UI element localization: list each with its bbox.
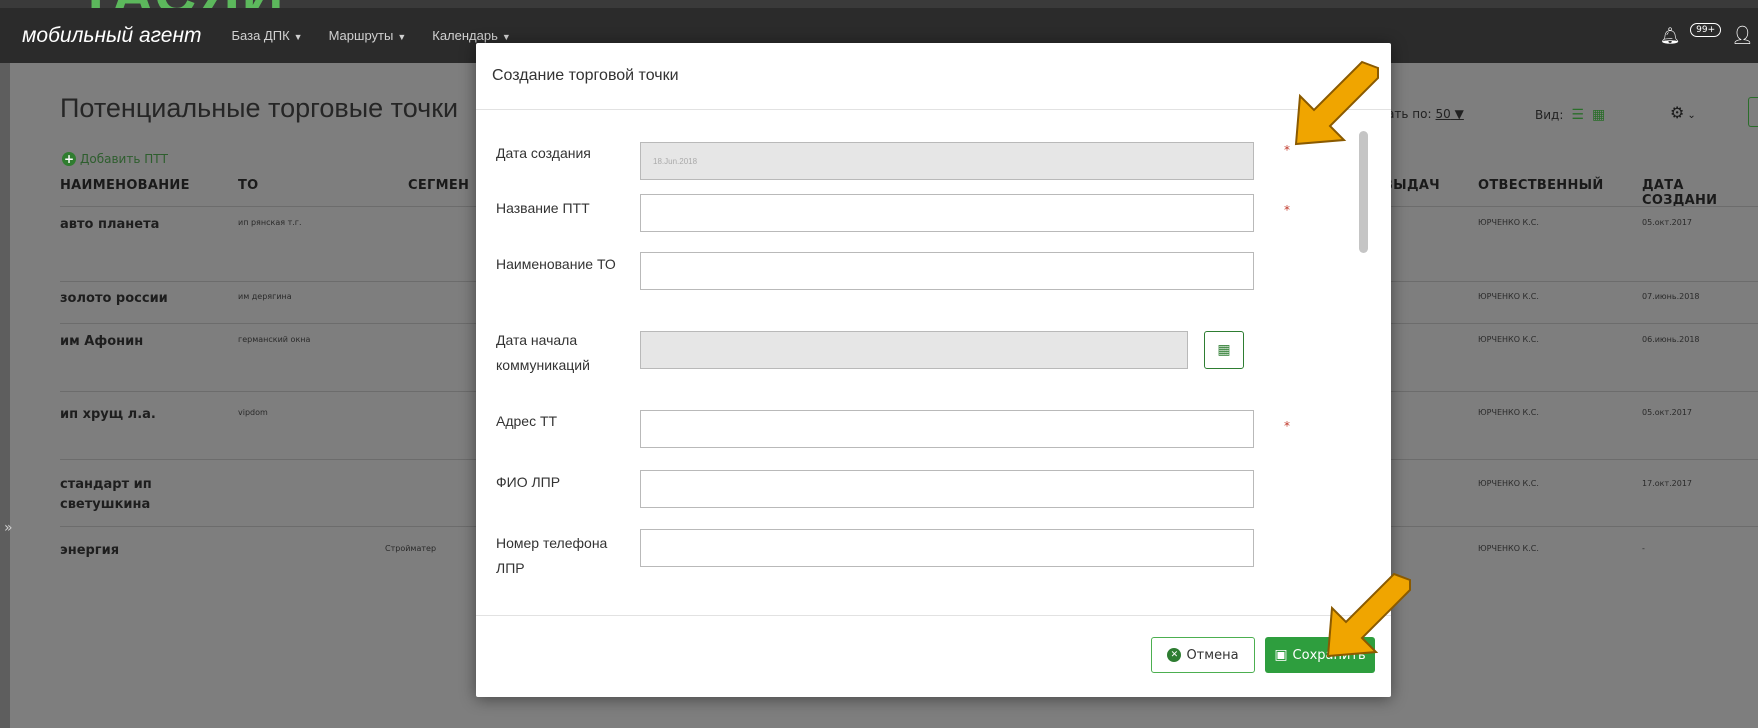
gear-icon: ⚙	[1670, 103, 1685, 122]
comm-start-field[interactable]	[640, 331, 1188, 369]
ptt-name-input[interactable]	[640, 194, 1254, 232]
brand-logo[interactable]: мобильный агент	[22, 24, 202, 48]
view-label: Вид:	[1535, 108, 1564, 122]
chevron-down-icon: ⌄	[1687, 110, 1696, 121]
lpr-name-input[interactable]	[640, 470, 1254, 508]
address-label: Адрес ТТ	[496, 413, 558, 429]
lpr-phone-input[interactable]	[640, 529, 1254, 567]
table-row-created: 17.окт.2017	[1642, 479, 1693, 488]
table-row-responsible: ЮРЧЕНКО К.С.	[1478, 335, 1539, 344]
list-view-icon[interactable]: ☰	[1571, 107, 1584, 123]
lpr-name-label: ФИО ЛПР	[496, 474, 561, 490]
plus-icon: +	[62, 152, 76, 166]
caret-down-icon: ▼	[501, 32, 511, 42]
add-ptt-label: Добавить ПТТ	[80, 152, 168, 166]
bell-icon[interactable]: 🔔︎	[1660, 26, 1680, 45]
page-title: Потенциальные торговые точки	[60, 93, 459, 123]
table-row-to: ип рянская т.г.	[238, 218, 302, 227]
ptt-name-label: Название ПТТ	[496, 200, 590, 216]
to-name-label: Наименование ТО	[496, 256, 616, 272]
table-row-created: -	[1642, 544, 1645, 553]
table-row-created: 05.окт.2017	[1642, 218, 1693, 227]
cancel-icon: ✕	[1167, 648, 1182, 662]
table-row-segment: Стройматер	[385, 544, 437, 553]
table-row-name[interactable]: авто планета	[60, 215, 210, 235]
table-row-to: им дерягина	[238, 292, 292, 301]
table-row-responsible: ЮРЧЕНКО К.С.	[1478, 218, 1539, 227]
filter-button[interactable]	[1748, 97, 1758, 127]
annotation-arrow-icon	[1294, 60, 1379, 146]
table-row-created: 07.июнь.2018	[1642, 292, 1700, 301]
sidebar-expand-icon[interactable]: »	[4, 520, 13, 536]
address-input[interactable]	[640, 410, 1254, 448]
table-row-responsible: ЮРЧЕНКО К.С.	[1478, 292, 1539, 301]
nav-item-label: База ДПК	[231, 28, 290, 43]
nav-item-calendar[interactable]: Календарь ▼	[432, 28, 511, 43]
created-date-label: Дата создания	[496, 145, 591, 161]
modal-title: Создание торговой точки	[492, 67, 679, 84]
required-mark: *	[1284, 419, 1290, 433]
calendar-button[interactable]: ▦	[1204, 331, 1244, 369]
caret-down-icon: ▼	[293, 32, 303, 42]
page-size-value: 50	[1435, 107, 1451, 121]
modal-header-divider	[476, 109, 1391, 110]
view-switcher: Вид: ☰ ▦	[1535, 107, 1605, 123]
create-outlet-modal: Создание торговой точки × Дата создания …	[476, 43, 1391, 697]
table-row-responsible: ЮРЧЕНКО К.С.	[1478, 544, 1539, 553]
nav-item-routes[interactable]: Маршруты ▼	[329, 28, 407, 43]
user-icon[interactable]: 👤︎	[1731, 25, 1754, 46]
lpr-phone-label: Номер телефона ЛПР	[496, 535, 608, 576]
annotation-arrow-icon	[1326, 572, 1411, 658]
modal-footer-divider	[476, 615, 1391, 616]
show-by-control: вать по: 50 ▼	[1380, 107, 1464, 121]
table-row-name[interactable]: стандарт ип светушкина	[60, 475, 210, 515]
col-header-name[interactable]: НАИМЕНОВАНИЕ	[60, 178, 190, 193]
cancel-label: Отмена	[1186, 647, 1239, 663]
table-row-name[interactable]: энергия	[60, 541, 210, 561]
table-row-responsible: ЮРЧЕНКО К.С.	[1478, 408, 1539, 417]
table-row-to: vipdom	[238, 408, 268, 417]
notification-badge[interactable]: 99+	[1690, 22, 1722, 37]
to-name-input[interactable]	[640, 252, 1254, 290]
nav-item-label: Календарь	[432, 28, 498, 43]
page-size-select[interactable]: 50 ▼	[1436, 107, 1464, 121]
col-header-segment[interactable]: СЕГМЕН	[408, 178, 469, 193]
col-header-created[interactable]: ДАТА СОЗДАНИ	[1642, 178, 1758, 208]
calendar-icon: ▦	[1217, 342, 1231, 358]
table-row-name[interactable]: им Афонин	[60, 332, 210, 352]
table-row-to: германский окна	[238, 335, 311, 344]
required-mark: *	[1284, 203, 1290, 217]
caret-down-icon: ▼	[397, 32, 407, 42]
cancel-button[interactable]: ✕ Отмена	[1151, 637, 1255, 673]
nav-item-label: Маршруты	[328, 28, 394, 43]
table-row-created: 06.июнь.2018	[1642, 335, 1700, 344]
floppy-disk-icon: ▣	[1274, 647, 1288, 663]
col-header-responsible[interactable]: ОТВЕСТВЕННЫЙ	[1478, 178, 1604, 193]
table-row-name[interactable]: золото россии	[60, 289, 210, 309]
navbar-right: 🔔︎ 99+ 👤︎	[1660, 8, 1758, 63]
comm-start-label: Дата начала коммуникаций	[496, 332, 590, 373]
sidebar-strip	[0, 63, 10, 728]
add-ptt-button[interactable]: + Добавить ПТТ	[62, 152, 168, 166]
settings-dropdown[interactable]: ⚙ ⌄	[1670, 103, 1696, 122]
col-header-to[interactable]: ТО	[238, 178, 259, 193]
grid-view-icon[interactable]: ▦	[1592, 107, 1605, 123]
table-row-name[interactable]: ип хрущ л.а.	[60, 405, 210, 425]
table-row-created: 05.окт.2017	[1642, 408, 1693, 417]
table-row-responsible: ЮРЧЕНКО К.С.	[1478, 479, 1539, 488]
created-date-field: 18.Jun.2018	[640, 142, 1254, 180]
nav-item-dpk-base[interactable]: База ДПК ▼	[232, 28, 303, 43]
